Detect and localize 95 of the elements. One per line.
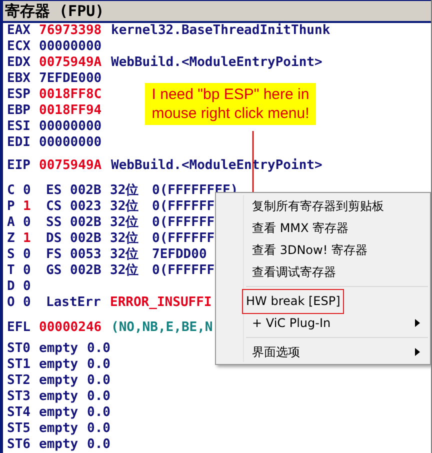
segment-base: 0(FFFFFFFF) [152, 183, 238, 199]
register-value: 0075949A [39, 158, 103, 174]
fpu-register-name: ST4 [7, 405, 32, 421]
segment-bits: 32位 [110, 199, 140, 215]
menu-item[interactable]: 界面选项 [249, 340, 303, 364]
flag-name: C [7, 183, 16, 199]
register-name: EFL [7, 320, 32, 336]
fpu-value: 0.0 [87, 437, 110, 453]
segment-name: DS [46, 231, 63, 247]
segment-name: SS [46, 215, 63, 231]
fpu-tag: empty [39, 405, 87, 421]
segment-selector: 002B [70, 231, 102, 247]
fpu-register-name: ST0 [7, 341, 32, 357]
fpu-value: 0.0 [87, 405, 110, 421]
menu-item[interactable]: HW break [ESP] [242, 288, 344, 314]
segment-selector: 0023 [70, 199, 102, 215]
fpu-register-name: ST3 [7, 389, 32, 405]
register-name: EAX [7, 23, 32, 39]
menu-item[interactable]: 查看调试寄存器 [249, 260, 339, 284]
segment-base: 0(FFFFFF [152, 199, 215, 215]
register-value: 00000000 [39, 135, 103, 151]
flag-value: 0 [23, 215, 32, 231]
segment-base: 0(FFFFFF [152, 215, 215, 231]
flag-name: T [7, 263, 16, 279]
register-value: 00000246 [39, 320, 103, 336]
menu-item[interactable]: 复制所有寄存器到剪贴板 [249, 194, 387, 218]
flag-value: 0 [23, 279, 32, 295]
segment-bits: 32位 [110, 247, 140, 263]
segment-bits: 32位 [110, 215, 140, 231]
segment-base: 0(FFFFFF [152, 231, 215, 247]
annotation-note: I need "bp ESP" here in mouse right click menu! [145, 83, 316, 125]
fpu-tag: empty [39, 357, 87, 373]
flag-name: S [7, 247, 16, 263]
register-value: 00000000 [39, 39, 103, 55]
register-name: EDI [7, 135, 32, 151]
segment-name: CS [46, 199, 63, 215]
register-value: 7EFDE000 [39, 71, 103, 87]
flag-name: P [7, 199, 16, 215]
menu-item[interactable]: + ViC Plug-In [249, 312, 334, 334]
fpu-tag: empty [39, 341, 87, 357]
fpu-register-name: ST6 [7, 437, 32, 453]
segment-bits: 32位 [110, 183, 140, 199]
flag-name: Z [7, 231, 16, 247]
segment-name: ES [46, 183, 63, 199]
flag-name: D [7, 279, 16, 295]
flag-value: 0 [23, 183, 32, 199]
flag-name: A [7, 215, 16, 231]
fpu-register-name: ST1 [7, 357, 32, 373]
flag-value: 0 [23, 263, 32, 279]
last-error-label: LastErr [46, 295, 102, 311]
register-name: EBX [7, 71, 32, 87]
register-comment: WebBuild.<ModuleEntryPoint> [111, 55, 322, 71]
register-name: ECX [7, 39, 32, 55]
segment-selector: 002B [70, 263, 102, 279]
last-error-value: ERROR_INSUFFI [110, 295, 212, 311]
register-name: ESP [7, 87, 32, 103]
fpu-value: 0.0 [87, 341, 110, 357]
fpu-register-name: ST2 [7, 373, 32, 389]
register-comment: kernel32.BaseThreadInitThunk [111, 23, 330, 39]
fpu-value: 0.0 [87, 373, 110, 389]
register-name: EIP [7, 158, 32, 174]
register-value: 0018FF94 [39, 103, 103, 119]
flag-conditions: (NO,NB,E,BE,N [111, 320, 213, 336]
register-name: EBP [7, 103, 32, 119]
fpu-tag: empty [39, 373, 87, 389]
fpu-register-name: ST5 [7, 421, 32, 437]
flag-value: 0 [23, 247, 32, 263]
flag-value: 0 [23, 295, 32, 311]
register-name: ESI [7, 119, 32, 135]
flag-value: 1 [23, 199, 32, 215]
register-value: 76973398 [39, 23, 103, 39]
panel-title: 寄存器 (FPU) [3, 0, 431, 23]
segment-name: FS [46, 247, 63, 263]
register-value: 00000000 [39, 119, 103, 135]
segment-name: GS [46, 263, 63, 279]
fpu-tag: empty [39, 437, 87, 453]
fpu-value: 0.0 [87, 357, 110, 373]
fpu-value: 0.0 [87, 421, 110, 437]
menu-item[interactable]: 查看 MMX 寄存器 [249, 216, 352, 240]
fpu-value: 0.0 [87, 389, 110, 405]
segment-selector: 0053 [70, 247, 102, 263]
register-value: 0018FF8C [39, 87, 103, 103]
fpu-tag: empty [39, 389, 87, 405]
flag-name: O [7, 295, 16, 311]
segment-bits: 32位 [110, 231, 140, 247]
segment-selector: 002B [70, 215, 102, 231]
segment-bits: 32位 [110, 263, 140, 279]
flag-value: 1 [23, 231, 32, 247]
segment-selector: 002B [70, 183, 102, 199]
register-value: 0075949A [39, 55, 103, 71]
register-name: EDX [7, 55, 32, 71]
menu-item[interactable]: 查看 3DNow! 寄存器 [249, 238, 370, 262]
segment-base: 7EFDD00 [152, 247, 207, 263]
fpu-tag: empty [39, 421, 87, 437]
segment-base: 0(FFFFFF [152, 263, 215, 279]
